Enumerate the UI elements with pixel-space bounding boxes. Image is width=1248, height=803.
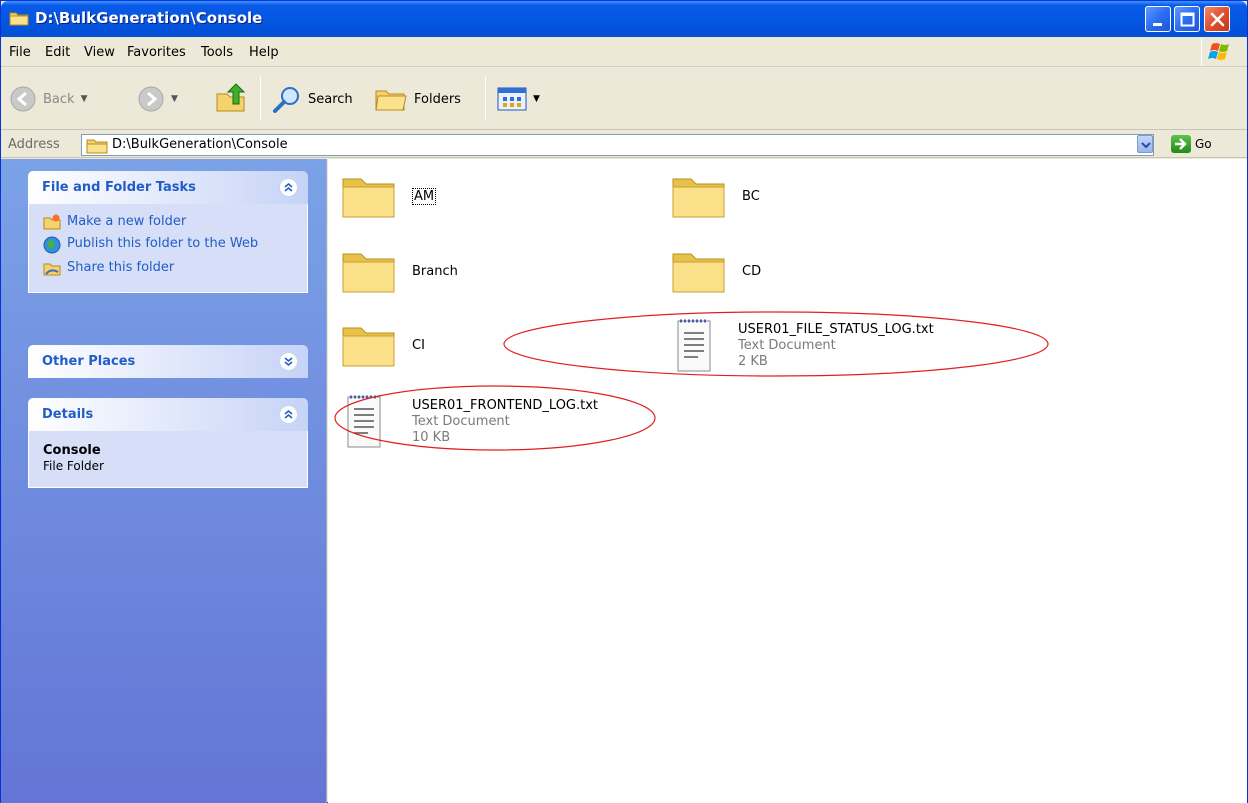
chevron-up-icon xyxy=(284,182,293,192)
folder-icon xyxy=(342,253,395,293)
forward-dropdown-icon[interactable]: ▼ xyxy=(171,94,178,104)
task-share-folder[interactable]: Share this folder xyxy=(43,260,297,276)
folder-icon xyxy=(9,12,29,26)
share-folder-icon xyxy=(43,263,61,276)
title-bar[interactable]: D:\BulkGeneration\Console xyxy=(1,1,1247,37)
maximize-button[interactable] xyxy=(1174,6,1200,32)
details-header[interactable]: Details xyxy=(28,398,308,431)
task-pane: File and Folder Tasks Make a new folder xyxy=(1,159,327,803)
task-make-new-folder[interactable]: Make a new folder xyxy=(43,214,297,230)
panel-title: Details xyxy=(42,407,94,422)
file-folder-tasks-header[interactable]: File and Folder Tasks xyxy=(28,171,308,204)
back-button[interactable]: Back ▼ xyxy=(9,85,87,113)
forward-arrow-icon xyxy=(138,86,164,112)
windows-logo xyxy=(1201,38,1241,66)
details-panel: Details Console File Folder xyxy=(28,398,308,488)
address-value: D:\BulkGeneration\Console xyxy=(112,137,288,152)
menu-tools[interactable]: Tools xyxy=(201,45,233,60)
new-folder-icon xyxy=(43,214,61,230)
file-item[interactable]: Branch xyxy=(340,248,458,296)
annotation-ellipse xyxy=(334,385,656,451)
file-name: CI xyxy=(412,338,425,353)
file-name: Branch xyxy=(412,264,458,279)
views-button[interactable]: ▼ xyxy=(497,87,540,111)
search-icon xyxy=(273,87,299,113)
menu-bar: File Edit View Favorites Tools Help xyxy=(1,37,1247,67)
file-item[interactable]: AM xyxy=(340,173,437,221)
address-bar: Address D:\BulkGeneration\Console Go xyxy=(1,131,1247,158)
go-arrow-icon xyxy=(1171,135,1191,153)
windows-flag-icon xyxy=(1208,43,1229,60)
collapse-button[interactable] xyxy=(279,405,298,424)
file-item[interactable]: BC xyxy=(670,173,760,221)
file-name: BC xyxy=(742,189,760,204)
publish-web-icon xyxy=(43,236,61,254)
forward-button[interactable]: ▼ xyxy=(137,85,178,113)
maximize-icon xyxy=(1180,12,1195,27)
file-folder-tasks-body: Make a new folder Publish this folder to… xyxy=(28,204,308,293)
panel-title: File and Folder Tasks xyxy=(42,180,196,195)
other-places-panel: Other Places xyxy=(28,345,308,378)
folder-icon xyxy=(342,327,395,367)
folders-icon xyxy=(375,90,407,111)
up-folder-icon xyxy=(216,83,246,112)
file-item[interactable]: CD xyxy=(670,248,761,296)
file-item[interactable]: CI xyxy=(340,322,425,370)
file-list[interactable]: AM BC Branch CD CI USER01_FILE_STATUS_LO… xyxy=(328,159,1247,803)
views-icon xyxy=(497,87,527,111)
chevron-down-icon xyxy=(284,357,293,367)
views-dropdown-icon[interactable]: ▼ xyxy=(533,94,540,104)
back-arrow-icon xyxy=(10,86,36,112)
collapse-button[interactable] xyxy=(279,178,298,197)
menu-help[interactable]: Help xyxy=(249,45,279,60)
menu-favorites[interactable]: Favorites xyxy=(127,45,186,60)
details-name: Console xyxy=(43,443,101,458)
chevron-down-icon xyxy=(1141,142,1151,149)
panel-title: Other Places xyxy=(42,354,136,369)
minimize-button[interactable] xyxy=(1145,6,1171,32)
address-input[interactable]: D:\BulkGeneration\Console xyxy=(81,134,1154,156)
minimize-icon xyxy=(1153,23,1162,26)
menu-edit[interactable]: Edit xyxy=(45,45,70,60)
folders-button[interactable]: Folders xyxy=(374,85,461,113)
file-folder-tasks-panel: File and Folder Tasks Make a new folder xyxy=(28,171,308,293)
folder-icon xyxy=(86,139,108,154)
search-button[interactable]: Search xyxy=(272,85,353,113)
close-button[interactable] xyxy=(1204,6,1230,32)
expand-button[interactable] xyxy=(279,352,298,371)
close-icon xyxy=(1210,12,1225,27)
address-label: Address xyxy=(8,137,60,152)
back-dropdown-icon[interactable]: ▼ xyxy=(81,94,88,104)
menu-view[interactable]: View xyxy=(84,45,115,60)
menu-file[interactable]: File xyxy=(9,45,31,60)
up-folder-button[interactable] xyxy=(215,82,249,114)
task-publish-web[interactable]: Publish this folder to the Web xyxy=(43,236,297,254)
other-places-header[interactable]: Other Places xyxy=(28,345,308,378)
window-title: D:\BulkGeneration\Console xyxy=(35,9,263,27)
go-label: Go xyxy=(1195,137,1212,151)
toolbar: Back ▼ ▼ Search Folders ▼ xyxy=(1,68,1247,130)
annotation-ellipse xyxy=(503,311,1049,377)
explorer-window: D:\BulkGeneration\Console File Edit View… xyxy=(0,0,1248,803)
chevron-up-icon xyxy=(284,409,293,419)
address-dropdown-button[interactable] xyxy=(1137,135,1153,153)
folder-icon xyxy=(342,178,395,218)
details-type: File Folder xyxy=(43,459,104,473)
toolbar-separator xyxy=(485,76,486,120)
details-body: Console File Folder xyxy=(28,431,308,488)
go-button[interactable]: Go xyxy=(1171,135,1212,153)
file-name: CD xyxy=(742,264,762,279)
file-name: AM xyxy=(412,188,437,205)
toolbar-separator xyxy=(260,76,261,120)
folder-icon xyxy=(672,178,725,218)
folder-icon xyxy=(672,253,725,293)
